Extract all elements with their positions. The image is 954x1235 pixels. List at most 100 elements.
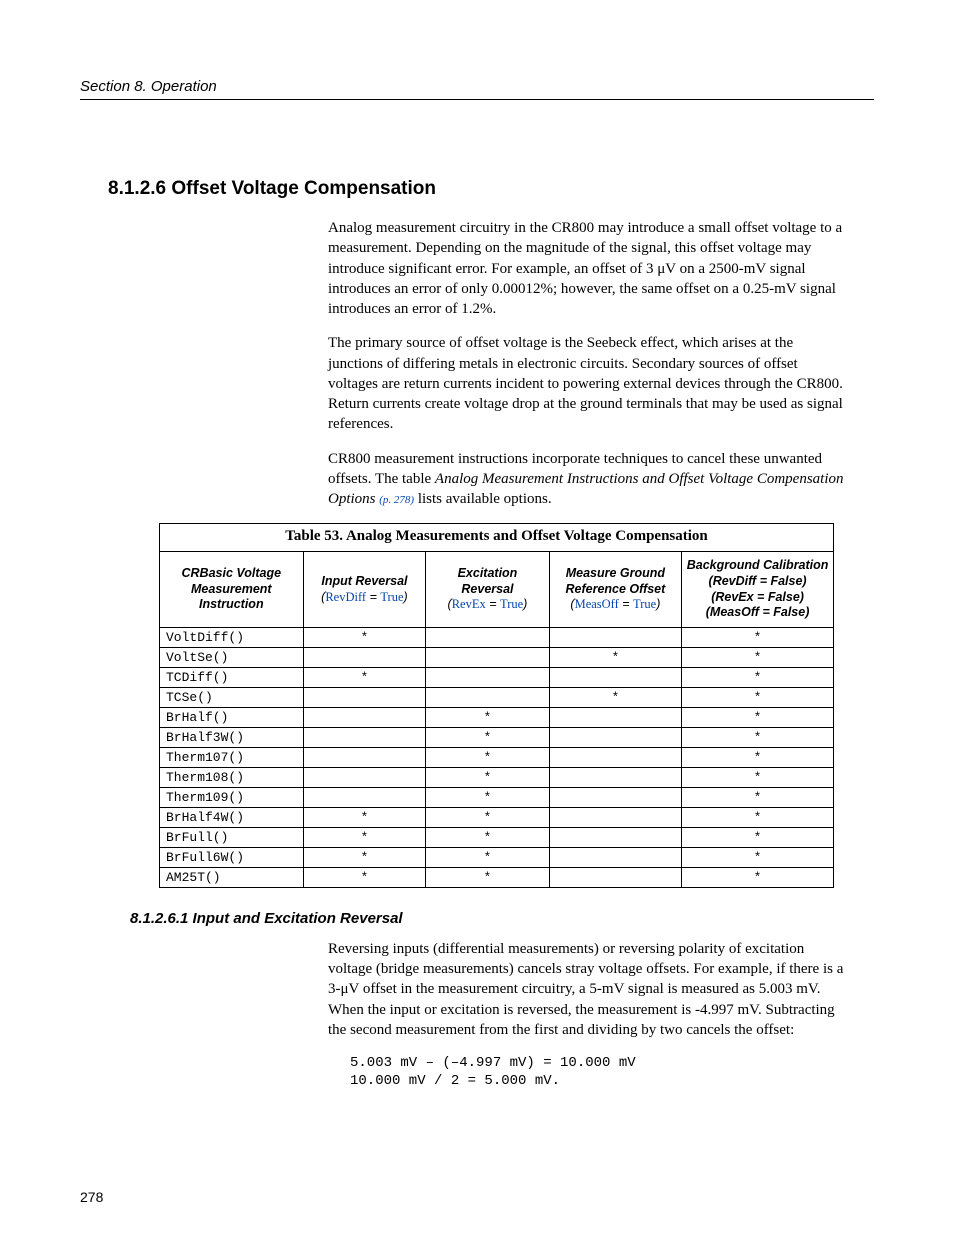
table-cell-instr: Therm107(): [160, 747, 304, 767]
calculation-code-block: 5.003 mV – (–4.997 mV) = 10.000 mV 10.00…: [350, 1054, 874, 1090]
col-header-background-calibration: Background Calibration (RevDiff = False)…: [682, 552, 834, 628]
running-header: Section 8. Operation: [80, 78, 874, 100]
table-cell-c: [549, 787, 682, 807]
table-cell-b: [426, 687, 549, 707]
table-cell-c: *: [549, 687, 682, 707]
col-header-input-reversal: Input Reversal (RevDiff = True): [303, 552, 426, 628]
table-cell-d: *: [682, 687, 834, 707]
table-cell-a: [303, 647, 426, 667]
col-header-ground-reference-offset: Measure Ground Reference Offset (MeasOff…: [549, 552, 682, 628]
paragraph-3: CR800 measurement instructions incorpora…: [328, 449, 844, 510]
table-cell-c: [549, 807, 682, 827]
table-cell-c: *: [549, 647, 682, 667]
table-cell-instr: AM25T(): [160, 867, 304, 887]
table-cell-instr: BrHalf3W(): [160, 727, 304, 747]
table-cell-c: [549, 727, 682, 747]
table-cell-c: [549, 867, 682, 887]
table-cell-b: *: [426, 827, 549, 847]
param-val: True: [380, 590, 403, 604]
hdr-title: Input Reversal: [321, 574, 407, 588]
table-cell-d: *: [682, 787, 834, 807]
table-cell-d: *: [682, 667, 834, 687]
table-cell-c: [549, 627, 682, 647]
table-cell-a: *: [303, 807, 426, 827]
table-cell-a: [303, 787, 426, 807]
table-cell-c: [549, 847, 682, 867]
table-row: BrHalf4W()***: [160, 807, 834, 827]
table-cell-a: [303, 767, 426, 787]
p3-page-reference-link[interactable]: (p. 278): [379, 494, 414, 506]
table-cell-b: *: [426, 767, 549, 787]
table-cell-a: [303, 727, 426, 747]
table-cell-a: *: [303, 867, 426, 887]
param-eq: =: [486, 597, 500, 611]
table-row: BrHalf3W()**: [160, 727, 834, 747]
hdr-line-4: (MeasOff = False): [706, 605, 810, 619]
param-val: True: [500, 597, 523, 611]
param-val: True: [633, 597, 656, 611]
table-cell-instr: VoltSe(): [160, 647, 304, 667]
table-row: AM25T()***: [160, 867, 834, 887]
table-cell-instr: BrFull6W(): [160, 847, 304, 867]
table-cell-d: *: [682, 827, 834, 847]
table-row: BrFull()***: [160, 827, 834, 847]
table-cell-instr: Therm108(): [160, 767, 304, 787]
hdr-param: (RevDiff = True): [321, 590, 408, 604]
table-caption: Table 53. Analog Measurements and Offset…: [159, 523, 834, 551]
col-header-excitation-reversal: Excitation Reversal (RevEx = True): [426, 552, 549, 628]
table-cell-d: *: [682, 647, 834, 667]
param-name: RevEx: [452, 597, 486, 611]
table-cell-b: *: [426, 707, 549, 727]
table-cell-c: [549, 827, 682, 847]
param-eq: =: [366, 590, 380, 604]
table-row: Therm109() * *: [160, 787, 834, 807]
table-row: VoltSe() **: [160, 647, 834, 667]
table-cell-instr: Therm109(): [160, 787, 304, 807]
table-cell-a: [303, 747, 426, 767]
table-row: Therm107() * *: [160, 747, 834, 767]
table-cell-d: *: [682, 847, 834, 867]
param-name: MeasOff: [575, 597, 619, 611]
paragraph-2: The primary source of offset voltage is …: [328, 333, 844, 434]
table-cell-c: [549, 767, 682, 787]
table-row: BrHalf()**: [160, 707, 834, 727]
table-cell-b: *: [426, 787, 549, 807]
table-cell-d: *: [682, 807, 834, 827]
subsection-body-block: Reversing inputs (differential measureme…: [328, 939, 844, 1040]
table-cell-instr: TCSe(): [160, 687, 304, 707]
subsection-paragraph: Reversing inputs (differential measureme…: [328, 939, 844, 1040]
table-cell-b: *: [426, 747, 549, 767]
table-cell-d: *: [682, 707, 834, 727]
table-cell-c: [549, 707, 682, 727]
page-number: 278: [80, 1189, 103, 1205]
table-cell-d: *: [682, 747, 834, 767]
table-cell-a: *: [303, 847, 426, 867]
hdr-title: Background Calibration: [687, 558, 829, 572]
table-cell-b: [426, 647, 549, 667]
table-cell-a: [303, 687, 426, 707]
table-cell-c: [549, 747, 682, 767]
hdr-line-3: (RevEx = False): [711, 590, 804, 604]
offset-compensation-table: Table 53. Analog Measurements and Offset…: [159, 523, 834, 888]
table-row: TCSe() **: [160, 687, 834, 707]
hdr-param: (MeasOff = True): [570, 597, 660, 611]
table-cell-instr: VoltDiff(): [160, 627, 304, 647]
table-row: Therm108() * *: [160, 767, 834, 787]
table-cell-c: [549, 667, 682, 687]
subsection-heading: 8.1.2.6.1 Input and Excitation Reversal: [130, 910, 874, 927]
param-eq: =: [619, 597, 633, 611]
table-cell-a: *: [303, 827, 426, 847]
table-header-row: CRBasic Voltage Measurement Instruction …: [160, 552, 834, 628]
p3-text-b: lists available options.: [414, 491, 551, 507]
table-row: VoltDiff()**: [160, 627, 834, 647]
hdr-param: (RevEx = True): [448, 597, 528, 611]
paren-close: ): [404, 590, 408, 604]
table-cell-d: *: [682, 727, 834, 747]
table-row: BrFull6W()***: [160, 847, 834, 867]
table-row: TCDiff()**: [160, 667, 834, 687]
table-cell-b: *: [426, 807, 549, 827]
table-cell-instr: TCDiff(): [160, 667, 304, 687]
table-cell-instr: BrHalf4W(): [160, 807, 304, 827]
table-cell-d: *: [682, 767, 834, 787]
col-header-instruction: CRBasic Voltage Measurement Instruction: [160, 552, 304, 628]
